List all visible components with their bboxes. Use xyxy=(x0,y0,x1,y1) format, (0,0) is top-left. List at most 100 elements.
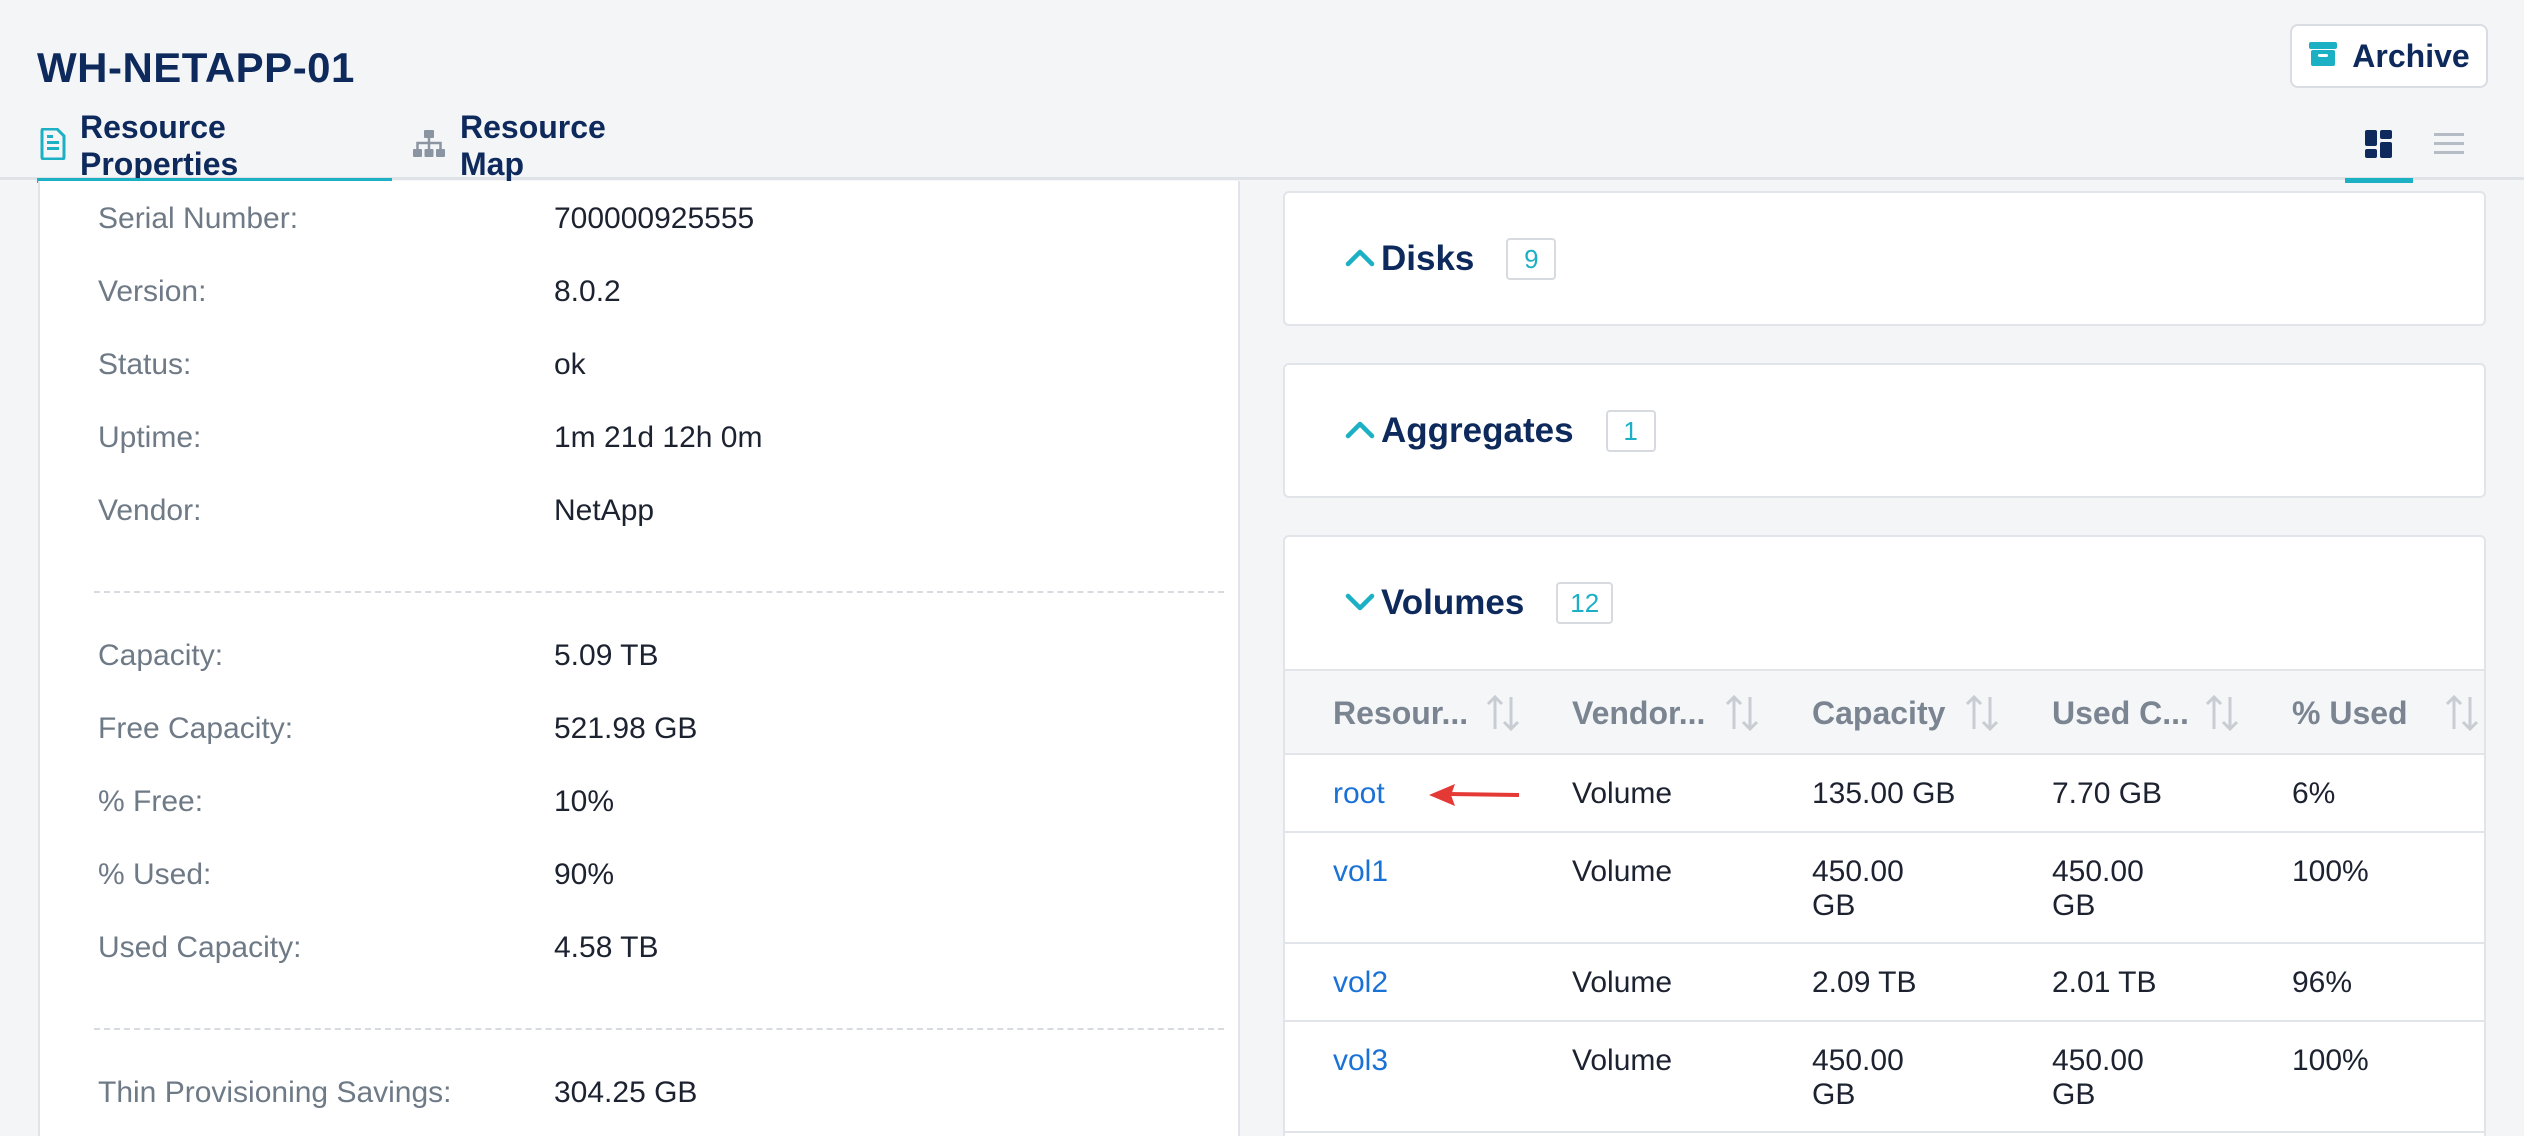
volume-name-link[interactable]: vol3 xyxy=(1333,1044,1388,1078)
section-divider xyxy=(94,1028,1224,1030)
chevron-up-icon xyxy=(1345,419,1375,444)
property-status: Status: ok xyxy=(98,340,586,390)
property-value: 10% xyxy=(554,785,615,818)
volume-percent-used: 6% xyxy=(2292,777,2336,810)
property-version: Version: 8.0.2 xyxy=(98,267,621,317)
property-label: % Free: xyxy=(98,785,204,818)
volume-percent-used: 100% xyxy=(2292,1044,2369,1077)
column-header-label: % Used xyxy=(2292,694,2408,731)
properties-panel: Serial Number: 700000925555 Version: 8.0… xyxy=(38,181,1240,1136)
volume-percent-used: 100% xyxy=(2292,855,2369,888)
disks-header[interactable]: Disks 9 xyxy=(1345,238,1557,280)
page-header: WH-NETAPP-01 Archive Resource Properties xyxy=(0,0,2524,183)
column-header-label: Used C... xyxy=(2052,694,2189,731)
disks-title: Disks xyxy=(1381,239,1475,278)
archive-button-label: Archive xyxy=(2352,37,2470,74)
tab-resource-properties[interactable]: Resource Properties xyxy=(37,109,392,183)
property-label: Uptime: xyxy=(98,421,202,454)
property-used-capacity: Used Capacity: 4.58 TB xyxy=(98,923,659,973)
sort-icon xyxy=(2444,693,2480,741)
aggregates-count-badge: 1 xyxy=(1605,410,1656,452)
volume-capacity-unit: GB xyxy=(1812,889,1856,922)
volume-name-link[interactable]: vol1 xyxy=(1333,855,1388,889)
property-value: ok xyxy=(554,348,586,381)
volumes-title: Volumes xyxy=(1381,583,1525,622)
property-label: Thin Provisioning Savings: xyxy=(98,1076,452,1109)
volume-capacity: 450.00 GB xyxy=(1812,855,1904,923)
volumes-count-badge: 12 xyxy=(1556,582,1614,624)
sort-icon xyxy=(1964,693,2000,741)
property-value: 5.09 TB xyxy=(554,639,659,672)
property-label: Status: xyxy=(98,348,192,381)
section-divider xyxy=(94,591,1224,593)
aggregates-title: Aggregates xyxy=(1381,411,1574,450)
volume-percent-used: 96% xyxy=(2292,966,2353,999)
sort-icon xyxy=(1485,693,1521,741)
volumes-card: Volumes 12 Resour... Vendor... Capacity xyxy=(1283,535,2486,1136)
volume-capacity-value: 450.00 xyxy=(1812,1044,1904,1077)
aggregates-card: Aggregates 1 xyxy=(1283,363,2486,498)
property-uptime: Uptime: 1m 21d 12h 0m xyxy=(98,413,762,463)
volume-used-value: 450.00 xyxy=(2052,855,2144,888)
red-arrow-icon xyxy=(1425,781,1521,814)
chevron-up-icon xyxy=(1345,247,1375,272)
volume-vendor: Volume xyxy=(1572,855,1673,888)
volume-used-capacity: 450.00 GB xyxy=(2052,1044,2144,1112)
property-serial-number: Serial Number: 700000925555 xyxy=(98,194,754,244)
volume-name-link[interactable]: vol2 xyxy=(1333,966,1388,1000)
chevron-down-icon xyxy=(1345,591,1375,616)
property-value: NetApp xyxy=(554,494,655,527)
property-value: 1m 21d 12h 0m xyxy=(554,421,763,454)
column-header-vendor[interactable]: Vendor... xyxy=(1572,671,1802,755)
property-percent-free: % Free: 10% xyxy=(98,777,614,827)
page-title: WH-NETAPP-01 xyxy=(37,44,355,91)
property-thin-provisioning-savings: Thin Provisioning Savings: 304.25 GB xyxy=(98,1068,697,1118)
property-vendor: Vendor: NetApp xyxy=(98,486,654,536)
property-label: Vendor: xyxy=(98,494,202,527)
property-capacity: Capacity: 5.09 TB xyxy=(98,631,659,681)
property-label: Used Capacity: xyxy=(98,931,302,964)
property-value: 521.98 GB xyxy=(554,712,698,745)
column-header-resource[interactable]: Resour... xyxy=(1333,671,1563,755)
volume-used-value: 450.00 xyxy=(2052,1044,2144,1077)
disks-count-badge: 9 xyxy=(1506,238,1557,280)
property-value: 8.0.2 xyxy=(554,275,621,308)
aggregates-header[interactable]: Aggregates 1 xyxy=(1345,410,1656,452)
column-header-used-capacity[interactable]: Used C... xyxy=(2052,671,2282,755)
table-header: Resour... Vendor... Capacity Used C... %… xyxy=(1285,669,2484,755)
volume-used-capacity: 450.00 GB xyxy=(2052,855,2144,923)
grid-view-button[interactable] xyxy=(2345,112,2413,183)
column-header-capacity[interactable]: Capacity xyxy=(1812,671,2042,755)
property-value: 4.58 TB xyxy=(554,931,659,964)
property-value: 700000925555 xyxy=(554,202,755,235)
dashboard-icon xyxy=(2364,129,2394,164)
table-row: vol1 Volume 450.00 GB 450.00 GB 100% xyxy=(1285,833,2484,944)
property-free-capacity: Free Capacity: 521.98 GB xyxy=(98,704,697,754)
archive-button[interactable]: Archive xyxy=(2290,24,2488,88)
volume-capacity-unit: GB xyxy=(1812,1078,1856,1111)
list-icon xyxy=(2433,131,2465,162)
sort-icon xyxy=(1724,693,1760,741)
document-icon xyxy=(40,127,66,165)
volume-used-capacity: 7.70 GB xyxy=(2052,777,2163,810)
property-percent-used: % Used: 90% xyxy=(98,850,614,900)
volume-capacity-value: 450.00 xyxy=(1812,855,1904,888)
tab-resource-map[interactable]: Resource Map xyxy=(412,109,672,182)
tab-resource-properties-label: Resource Properties xyxy=(80,109,239,182)
sitemap-icon xyxy=(412,129,446,164)
volume-capacity: 450.00 GB xyxy=(1812,1044,1904,1112)
volume-capacity: 2.09 TB xyxy=(1812,966,1917,999)
column-header-percent-used[interactable]: % Used xyxy=(2292,671,2482,755)
volume-used-unit: GB xyxy=(2052,1078,2096,1111)
list-view-button[interactable] xyxy=(2415,112,2483,180)
table-row: vol2 Volume 2.09 TB 2.01 TB 96% xyxy=(1285,944,2484,1022)
volume-vendor: Volume xyxy=(1572,1044,1673,1077)
volume-vendor: Volume xyxy=(1572,966,1673,999)
volumes-header[interactable]: Volumes 12 xyxy=(1345,582,1614,624)
tab-resource-map-label: Resource Map xyxy=(460,109,606,182)
volume-name-link[interactable]: root xyxy=(1333,777,1385,811)
property-label: Version: xyxy=(98,275,207,308)
property-value: 90% xyxy=(554,858,615,891)
property-value: 304.25 GB xyxy=(554,1076,698,1109)
column-header-label: Resour... xyxy=(1333,694,1469,731)
